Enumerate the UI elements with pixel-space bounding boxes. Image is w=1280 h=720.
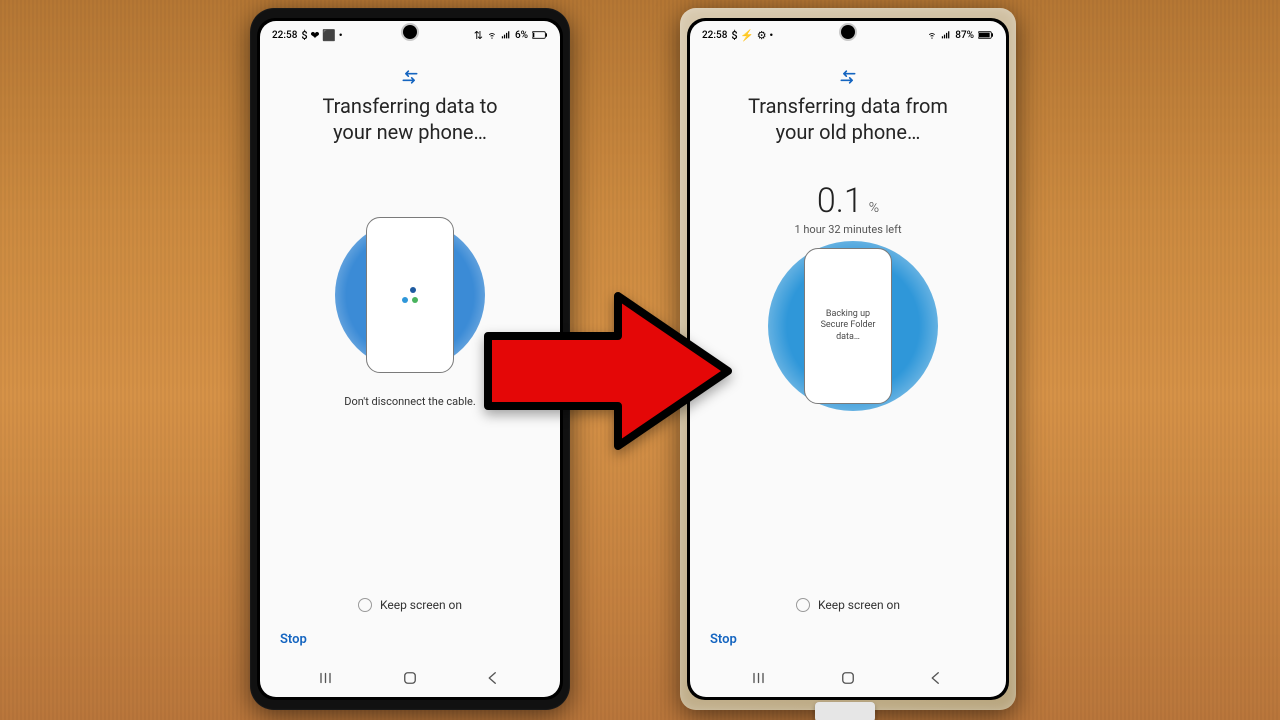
nav-back-button[interactable]: [927, 669, 945, 687]
android-nav-bar: [690, 663, 1006, 697]
transfer-arrows-icon: [400, 67, 420, 87]
wifi-icon: [927, 30, 937, 40]
status-time: 22:58: [702, 30, 727, 41]
status-left-glyphs: $ ⚡ ⚙ •: [731, 30, 773, 40]
radio-unchecked-icon: [358, 598, 372, 612]
nav-home-button[interactable]: [401, 669, 419, 687]
progress-value: 0.1: [817, 181, 863, 221]
nav-home-button[interactable]: [839, 669, 857, 687]
radio-unchecked-icon: [796, 598, 810, 612]
loading-dots-icon: [400, 285, 420, 305]
page-title: Transferring data to your new phone…: [260, 93, 560, 145]
status-left-glyphs: $ ❤ ⬛ •: [301, 30, 342, 40]
keep-screen-on-option[interactable]: Keep screen on: [278, 598, 542, 612]
android-nav-bar: [260, 663, 560, 697]
time-remaining: 1 hour 32 minutes left: [690, 223, 1006, 236]
transfer-arrows-icon: [838, 67, 858, 87]
mini-phone-graphic: [366, 217, 454, 373]
punch-hole-camera: [841, 25, 855, 39]
signal-icon: [941, 30, 951, 40]
keep-screen-on-label: Keep screen on: [380, 598, 462, 612]
punch-hole-camera: [403, 25, 417, 39]
battery-charging-icon: [978, 30, 994, 40]
page-title: Transferring data from your old phone…: [690, 93, 1006, 145]
progress-unit: %: [869, 200, 879, 216]
nav-recents-button[interactable]: [751, 669, 769, 687]
signal-icon: [501, 30, 511, 40]
nav-recents-button[interactable]: [318, 669, 336, 687]
nav-back-button[interactable]: [484, 669, 502, 687]
battery-text: 87%: [955, 30, 974, 41]
progress-percentage: 0.1 %: [817, 181, 879, 221]
stop-button[interactable]: Stop: [278, 626, 309, 657]
battery-text: 6%: [515, 30, 528, 41]
usb-cable-connector: [815, 702, 875, 720]
transfer-animation-circle: [330, 215, 490, 375]
cable-hint-text: Don't disconnect the cable.: [344, 395, 475, 408]
wifi-icon: [487, 30, 497, 40]
battery-icon: [532, 30, 548, 40]
stop-button[interactable]: Stop: [708, 626, 739, 657]
status-time: 22:58: [272, 30, 297, 41]
keep-screen-on-option[interactable]: Keep screen on: [708, 598, 988, 612]
mini-phone-graphic: Backing up Secure Folder data…: [804, 248, 892, 404]
direction-arrow-overlay: [478, 286, 738, 456]
transfer-animation-circle: Backing up Secure Folder data…: [768, 246, 928, 406]
backup-status-text: Backing up Secure Folder data…: [821, 309, 876, 343]
keep-screen-on-label: Keep screen on: [818, 598, 900, 612]
network-icon: ⇅: [474, 30, 483, 40]
